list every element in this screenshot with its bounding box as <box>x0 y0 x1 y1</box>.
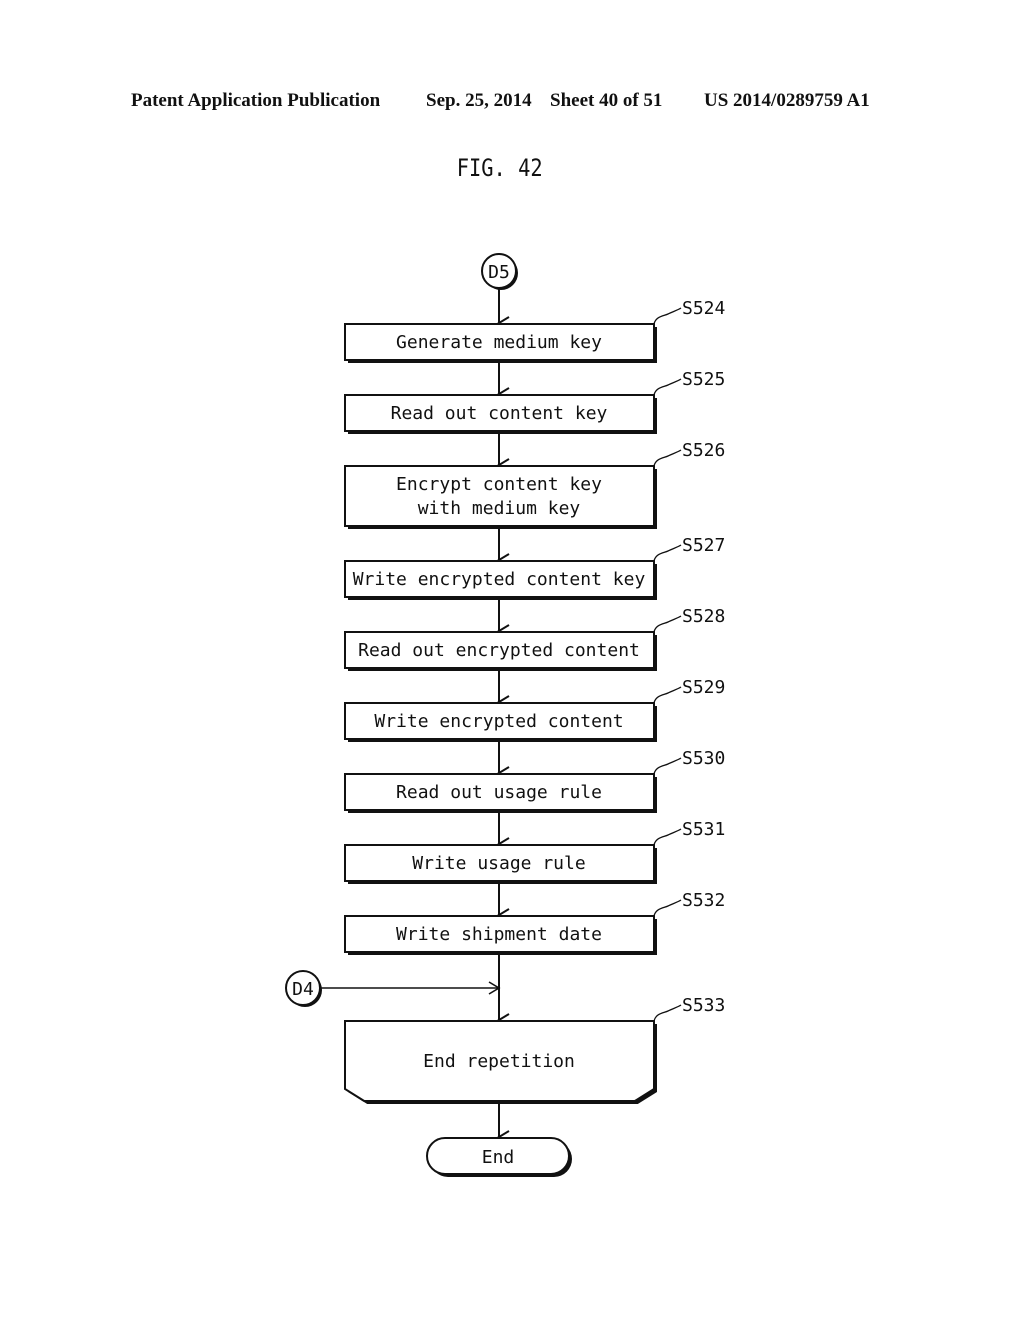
step-id: S525 <box>682 369 725 390</box>
step-s529: Write encrypted content S529 <box>344 677 725 742</box>
connector-label: D4 <box>292 979 314 1000</box>
step-id: S524 <box>682 298 725 319</box>
step-leader-line <box>653 544 682 562</box>
step-id: S528 <box>682 606 725 627</box>
step-s532: Write shipment date S532 <box>344 890 725 955</box>
step-leader-line <box>653 449 682 467</box>
step-s531: Write usage rule S531 <box>344 819 725 884</box>
step-label: with medium key <box>418 498 581 519</box>
step-leader-line <box>653 307 682 325</box>
step-s527: Write encrypted content key S527 <box>344 535 725 600</box>
step-label: Read out content key <box>391 403 608 424</box>
step-s525: Read out content key S525 <box>344 369 725 434</box>
step-leader-line <box>653 899 682 917</box>
step-id: S533 <box>682 995 725 1016</box>
step-id: S529 <box>682 677 725 698</box>
step-label: End repetition <box>423 1051 575 1072</box>
step-id: S527 <box>682 535 725 556</box>
step-label: Read out encrypted content <box>358 640 640 661</box>
step-label: Read out usage rule <box>396 782 602 803</box>
step-s533: End repetition S533 <box>344 995 725 1104</box>
connector-d5: D5 <box>481 253 518 290</box>
step-label: Encrypt content key <box>396 474 602 495</box>
step-leader-line <box>653 615 682 633</box>
step-label: Write encrypted content <box>374 711 623 732</box>
terminator-label: End <box>482 1147 515 1168</box>
connector-label: D5 <box>488 262 510 283</box>
step-id: S526 <box>682 440 725 461</box>
step-leader-line <box>653 757 682 775</box>
step-s528: Read out encrypted content S528 <box>344 606 725 671</box>
step-leader-line <box>653 378 682 396</box>
connector-d4: D4 <box>285 970 501 1007</box>
step-label: Write usage rule <box>412 853 585 874</box>
step-leader-line <box>653 686 682 704</box>
step-id: S531 <box>682 819 725 840</box>
step-s524: Generate medium key S524 <box>344 298 725 363</box>
step-label: Write shipment date <box>396 924 602 945</box>
terminator-end: End <box>426 1137 572 1177</box>
flowchart: D5 Generate medium key S524 Read out conte… <box>285 253 725 1177</box>
step-id: S532 <box>682 890 725 911</box>
step-s526: Encrypt content key with medium key S526 <box>344 440 725 529</box>
step-s530: Read out usage rule S530 <box>344 748 725 813</box>
step-id: S530 <box>682 748 725 769</box>
step-label: Generate medium key <box>396 332 602 353</box>
step-leader-line <box>653 828 682 846</box>
step-label: Write encrypted content key <box>353 569 646 590</box>
step-leader-line <box>653 1004 682 1022</box>
